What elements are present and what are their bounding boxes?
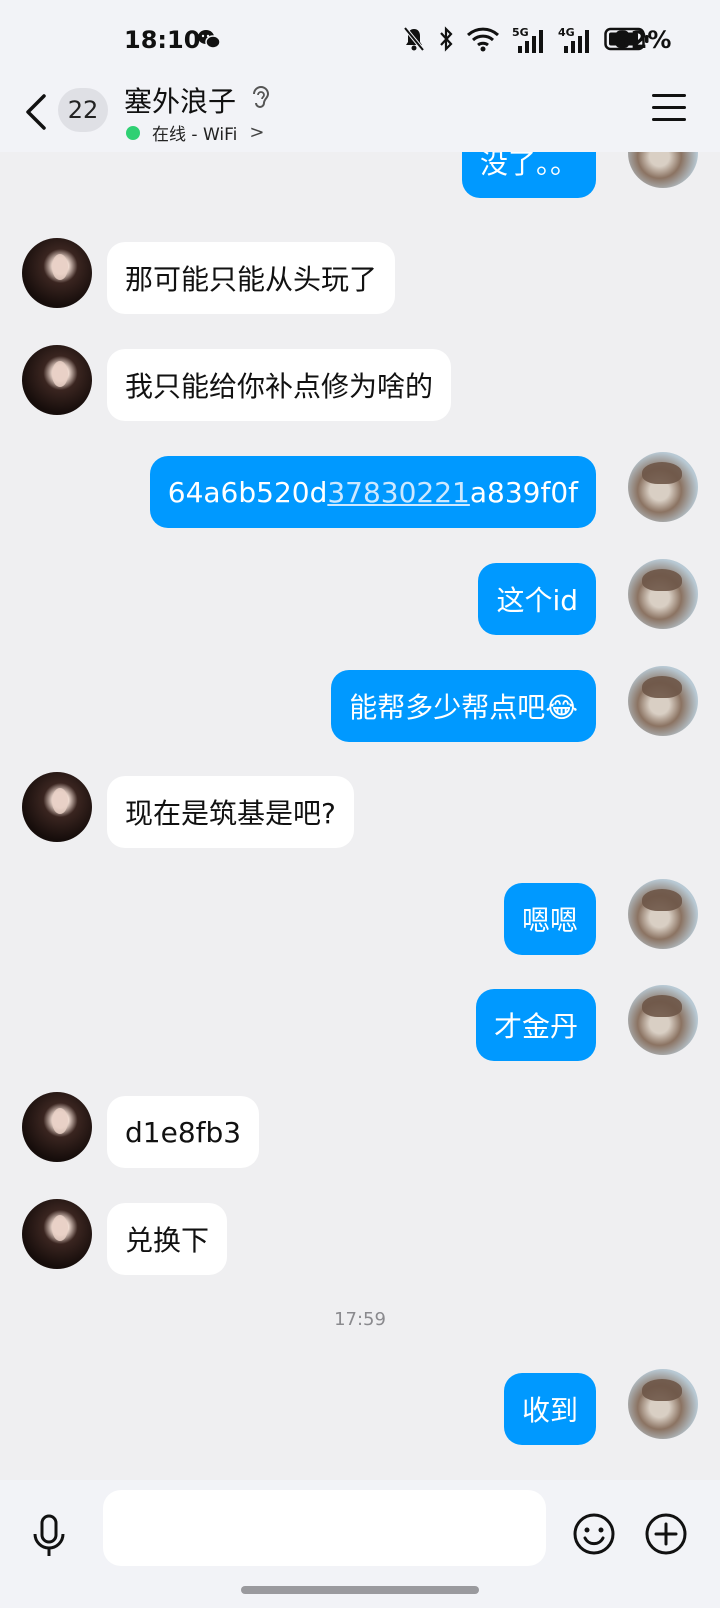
time-separator: 17:59 [334,1309,386,1330]
message-bubble-outgoing[interactable]: 嗯嗯 [503,883,596,955]
menu-line [652,106,686,109]
message-text: 64a6b520d [167,475,328,509]
contact-avatar[interactable] [22,1092,92,1162]
emoji-icon [573,1513,615,1555]
wechat-icon [197,28,221,54]
my-avatar[interactable] [628,1369,698,1439]
signal-4g-icon: 4G [558,26,592,54]
message-bubble-incoming[interactable]: d1e8fb3 [107,1096,260,1168]
menu-line [652,94,686,97]
voice-button[interactable] [32,1514,66,1562]
battery-percent: 82% [614,26,672,54]
ear-icon [250,84,270,116]
message-bubble-outgoing[interactable]: 才金丹 [475,989,596,1061]
emoji-button[interactable] [572,1512,616,1560]
microphone-icon [33,1514,65,1556]
bluetooth-icon [438,26,454,56]
online-indicator [126,125,140,140]
message-list[interactable]: 没了。。 那可能只能从头玩了 我只能给你补点修为啥的 64a6b520d 3783… [0,152,720,1480]
contact-avatar[interactable] [22,772,92,842]
online-status-row[interactable]: 在线 - WiFi > [126,120,264,145]
message-bubble-outgoing[interactable]: 没了。。 [461,152,596,198]
message-input[interactable] [103,1490,546,1566]
message-bubble-incoming[interactable]: 那可能只能从头玩了 [107,242,396,314]
my-avatar[interactable] [628,879,698,949]
chevron-right-icon: > [249,122,265,143]
message-bubble-outgoing[interactable]: 这个id [478,563,596,635]
message-bubble-incoming[interactable]: 我只能给你补点修为啥的 [107,349,452,421]
my-avatar[interactable] [628,452,698,522]
my-avatar[interactable] [628,559,698,629]
status-bar: 18:10 5G 4G 82% [0,0,720,80]
message-text: a839f0f [469,475,578,509]
unread-count-badge[interactable]: 22 [58,88,108,132]
my-avatar[interactable] [628,985,698,1055]
signal-5g-icon: 5G [512,26,546,54]
message-bubble-outgoing[interactable]: 64a6b520d 37830221 a839f0f [149,456,596,528]
status-time: 18:10 [124,26,201,54]
chat-header: 22 塞外浪子 在线 - WiFi > [0,80,720,152]
my-avatar[interactable] [628,666,698,736]
message-link[interactable]: 37830221 [327,476,470,509]
message-bubble-incoming[interactable]: 兑换下 [107,1203,228,1275]
back-button[interactable] [22,90,52,134]
my-avatar[interactable] [628,152,698,188]
online-status-text: 在线 - WiFi [152,125,238,145]
menu-line [652,118,686,121]
plus-icon [645,1513,687,1555]
contact-avatar[interactable] [22,1199,92,1269]
wifi-icon [466,26,500,56]
menu-button[interactable] [652,94,686,124]
status-icons: 5G 4G [402,26,650,56]
message-bubble-incoming[interactable]: 现在是筑基是吧? [107,776,354,848]
more-button[interactable] [644,1512,688,1560]
message-bubble-outgoing[interactable]: 能帮多少帮点吧😂 [331,670,596,742]
contact-avatar[interactable] [22,238,92,308]
home-indicator[interactable] [241,1586,479,1594]
chat-screen: 18:10 5G 4G 82% 22 塞外浪子 在线 - WiFi > 没了。。… [0,0,720,1608]
contact-name[interactable]: 塞外浪子 [124,80,236,120]
contact-avatar[interactable] [22,345,92,415]
input-bar [0,1480,720,1608]
back-chevron-icon [26,94,46,130]
message-bubble-outgoing[interactable]: 收到 [503,1373,596,1445]
mute-bell-icon [402,26,426,56]
